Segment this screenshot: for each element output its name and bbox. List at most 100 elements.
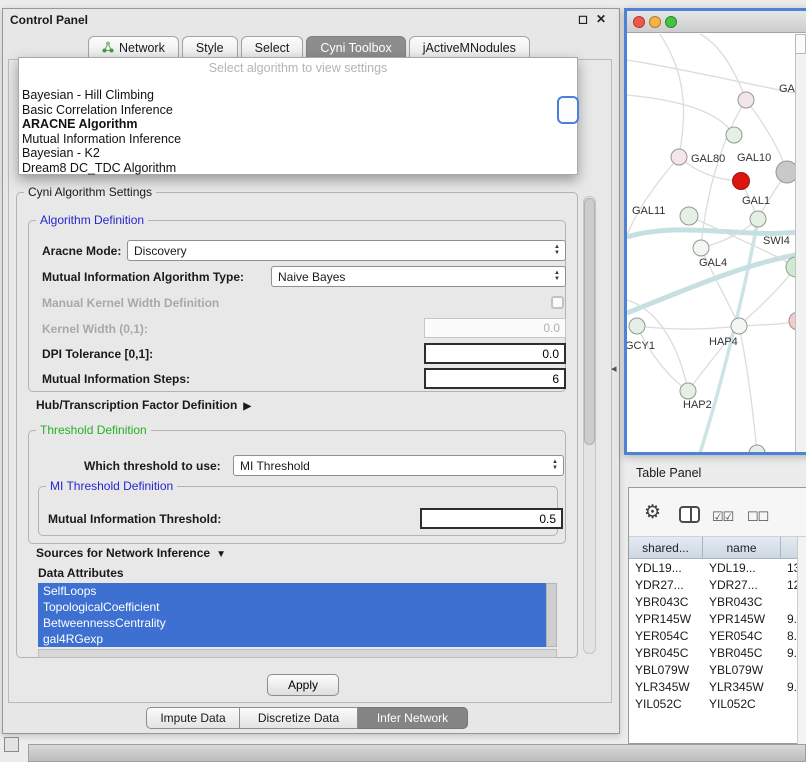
table-panel-title: Table Panel [636,466,701,480]
mi-steps-input[interactable] [424,368,566,389]
settings-scrollbar-thumb[interactable] [584,198,595,445]
network-node[interactable] [693,240,709,256]
node-label: GAL1 [742,195,770,207]
attribute-list-item[interactable]: BetweennessCentrality [38,615,546,631]
kernel-width-label: Kernel Width (0,1): [42,322,148,336]
deselect-all-checkboxes-icon[interactable]: ☐☐ [747,509,768,525]
apply-button[interactable]: Apply [267,674,339,696]
table-body: YDL19...YDL19...13 YDR27...YDR27...12 YB… [629,559,806,712]
combo-focus-ring [557,96,579,124]
node-label: SWI4 [763,235,790,247]
table-row[interactable]: YDL19...YDL19...13 [629,559,806,576]
table-row[interactable]: YDR27...YDR27...12 [629,576,806,593]
table-row[interactable]: YBR045CYBR045C9. [629,644,806,661]
tab-label: Style [196,41,224,55]
table-row[interactable]: YER054CYER054C8. [629,627,806,644]
tab-network[interactable]: Network [88,36,179,59]
network-node[interactable] [726,127,742,143]
node-label: GAL4 [699,257,727,269]
tab-style[interactable]: Style [182,36,238,59]
dpi-tolerance-input[interactable] [424,343,566,364]
network-node[interactable] [738,92,754,108]
combo-value: Discovery [134,244,187,258]
algorithm-dropdown-items: Bayesian - Hill Climbing Basic Correlati… [19,88,577,176]
table-row[interactable]: YIL052CYIL052C [629,695,806,712]
algorithm-option[interactable]: Basic Correlation Inference [19,103,577,118]
mi-type-label: Mutual Information Algorithm Type: [42,270,244,284]
network-node[interactable] [750,211,766,227]
manual-kernel-label: Manual Kernel Width Definition [42,296,219,310]
attribute-list-vscrollbar[interactable] [546,583,557,647]
network-scroll-button[interactable] [795,34,806,54]
attribute-list-item[interactable]: gal4RGexp [38,631,546,647]
table-row[interactable]: YPR145WYPR145W9. [629,610,806,627]
hub-section-header[interactable]: Hub/Transcription Factor Definition ▶ [36,398,251,412]
table-row[interactable]: YBL079WYBL079W [629,661,806,678]
panel-collapse-arrow-icon[interactable]: ◂ [611,362,617,375]
float-window-icon[interactable]: ◻ [578,12,588,26]
algorithm-option-selected[interactable]: ARACNE Algorithm [19,117,577,132]
table-header-row: shared... name [629,537,806,559]
algorithm-dropdown-placeholder: Select algorithm to view settings [19,58,577,78]
hub-section-label: Hub/Transcription Factor Definition [36,398,237,412]
network-node[interactable] [731,318,747,334]
table-row[interactable]: YLR345WYLR345W9. [629,678,806,695]
algorithm-option[interactable]: Dream8 DC_TDC Algorithm [19,161,577,176]
combo-value: Naive Bayes [278,270,345,284]
impute-data-tab[interactable]: Impute Data [146,707,240,729]
network-node[interactable] [749,445,765,452]
sources-label: Sources for Network Inference [36,546,210,560]
network-graph-canvas[interactable]: GAL80 GAL10 GAL11 GAL1 SWI4 GAL4 GCY1 HA… [627,34,806,452]
mi-threshold-input[interactable] [420,508,563,529]
aracne-mode-select[interactable]: Discovery ▲▼ [127,240,566,261]
attribute-list-hscrollbar[interactable] [38,649,557,658]
kernel-width-input[interactable] [424,318,566,338]
mi-type-select[interactable]: Naive Bayes ▲▼ [271,266,566,287]
network-node[interactable] [680,207,698,225]
algorithm-option[interactable]: Bayesian - Hill Climbing [19,88,577,103]
node-label: GAL11 [632,205,665,217]
network-vscrollbar[interactable] [795,34,806,452]
aracne-mode-label: Aracne Mode: [42,244,121,258]
chevron-down-icon: ▼ [216,549,226,560]
tab-label: Network [119,41,165,55]
tab-label: jActiveMNodules [423,41,516,55]
select-all-checkboxes-icon[interactable]: ☑☑ [712,509,733,525]
algorithm-option[interactable]: Mutual Information Inference [19,132,577,147]
network-node[interactable] [671,149,687,165]
table-row[interactable]: YBR043CYBR043C [629,593,806,610]
chevron-right-icon: ▶ [243,401,251,412]
attribute-list-item[interactable]: SelfLoops [38,583,546,599]
table-vscrollbar[interactable] [797,537,806,744]
mac-zoom-button[interactable] [665,16,677,28]
algorithm-option[interactable]: Bayesian - K2 [19,146,577,161]
network-node[interactable] [629,318,645,334]
cyni-mode-tabbar: Impute Data Discretize Data Infer Networ… [146,707,468,729]
network-node-red[interactable] [733,173,750,190]
attribute-list-item[interactable]: TopologicalCoefficient [38,599,546,615]
columns-icon[interactable] [679,506,700,523]
tab-select[interactable]: Select [241,36,304,59]
sources-section-header[interactable]: Sources for Network Inference ▼ [36,546,226,560]
dpi-tolerance-label: DPI Tolerance [0,1]: [42,347,153,361]
node-label: GCY1 [627,340,655,352]
mac-close-button[interactable] [633,16,645,28]
column-header[interactable]: shared... [629,537,703,558]
close-window-icon[interactable]: ✕ [596,12,606,26]
collapsed-bottom-panel[interactable] [28,744,806,762]
node-label: GAL10 [737,152,771,164]
network-icon [102,41,114,56]
column-header[interactable]: name [703,537,781,558]
gear-icon[interactable]: ⚙ [644,501,661,524]
discretize-data-tab[interactable]: Discretize Data [240,707,358,729]
mac-minimize-button[interactable] [649,16,661,28]
which-threshold-select[interactable]: MI Threshold ▲▼ [233,455,564,476]
combo-value: MI Threshold [240,459,310,473]
network-node[interactable] [680,383,696,399]
docked-panel-icon[interactable] [4,737,19,752]
tab-cyni-toolbox[interactable]: Cyni Toolbox [306,36,405,59]
manual-kernel-checkbox[interactable] [551,296,564,309]
tab-jactivemnodules[interactable]: jActiveMNodules [409,36,530,59]
infer-network-tab[interactable]: Infer Network [358,707,468,729]
control-panel-tabbar: Network Style Select Cyni Toolbox jActiv… [88,36,533,59]
